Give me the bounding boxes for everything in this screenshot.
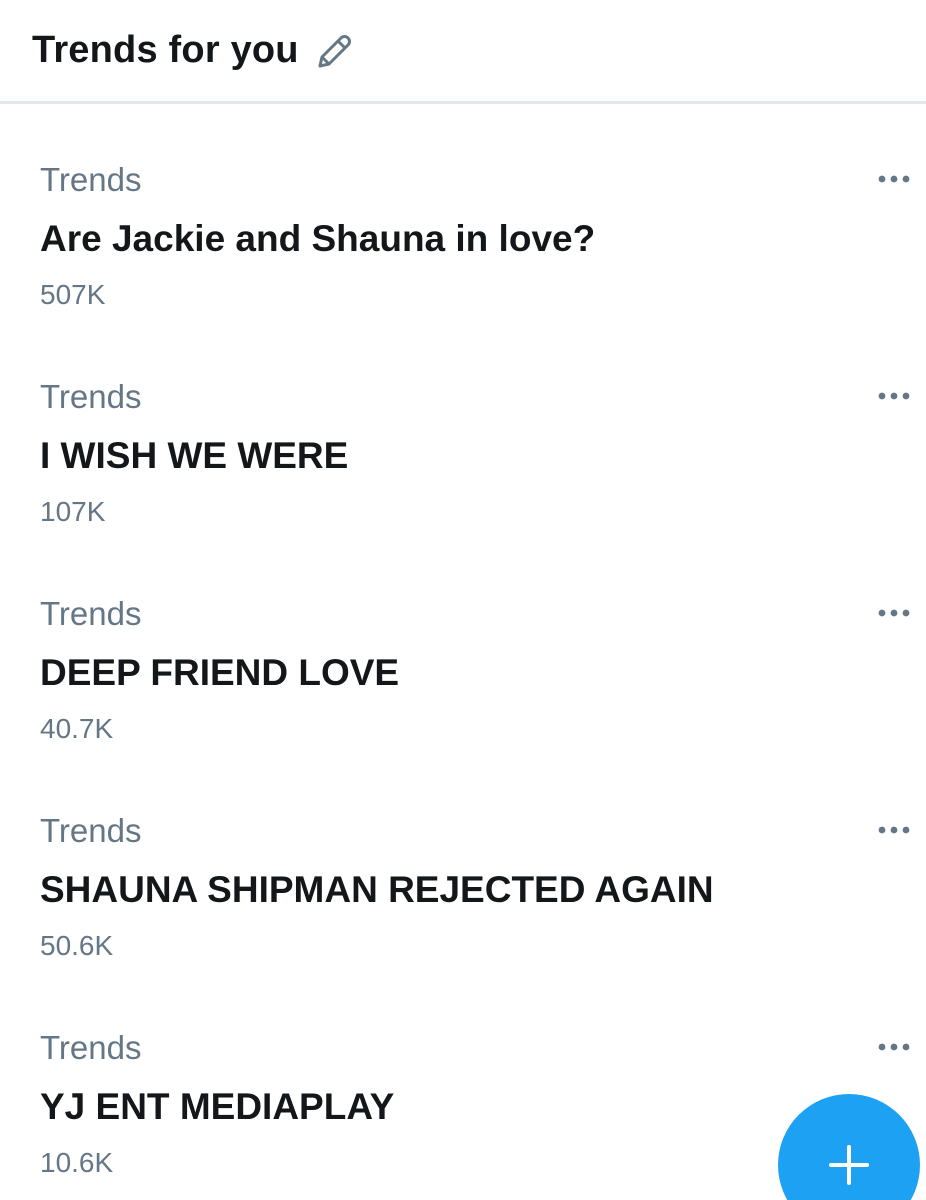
pencil-icon[interactable] [312,30,356,74]
trend-title: I WISH WE WERE [40,435,349,476]
more-horizontal-icon[interactable] [876,382,916,410]
trend-category: Trends [40,1029,142,1066]
trends-header: Trends for you [0,0,926,104]
trend-item[interactable]: Trends DEEP FRIEND LOVE 40.7K [0,555,926,772]
trend-title: YJ ENT MEDIAPLAY [40,1086,395,1127]
trend-count: 507K [40,279,106,310]
trend-category: Trends [40,595,142,632]
trend-title: SHAUNA SHIPMAN REJECTED AGAIN [40,869,714,910]
trend-item[interactable]: Trends Are Jackie and Shauna in love? 50… [0,121,926,338]
trend-count: 40.7K [40,713,114,744]
more-horizontal-icon[interactable] [876,165,916,193]
more-horizontal-icon[interactable] [876,1033,916,1061]
trend-count: 50.6K [40,930,114,961]
more-horizontal-icon[interactable] [876,599,916,627]
trend-count: 10.6K [40,1147,114,1178]
trend-item[interactable]: Trends I WISH WE WERE 107K [0,338,926,555]
plus-icon [829,1145,869,1185]
page-title: Trends for you [32,29,299,71]
more-horizontal-icon[interactable] [876,816,916,844]
trend-category: Trends [40,161,142,198]
trend-category: Trends [40,812,142,849]
trend-category: Trends [40,378,142,415]
trend-title: Are Jackie and Shauna in love? [40,218,596,259]
trend-item[interactable]: Trends SHAUNA SHIPMAN REJECTED AGAIN 50.… [0,772,926,989]
trend-count: 107K [40,496,106,527]
trend-title: DEEP FRIEND LOVE [40,652,400,693]
trends-panel: Trends for you Trends Are Jackie and Sha… [0,0,926,1200]
